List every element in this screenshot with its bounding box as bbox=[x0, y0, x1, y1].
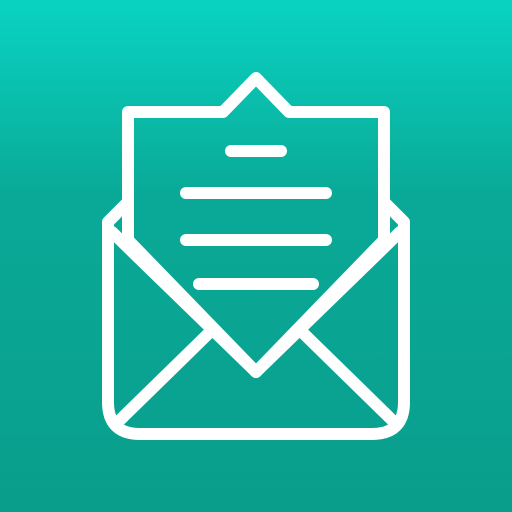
app-icon-tile bbox=[0, 0, 512, 512]
envelope-bottom-right-diagonal bbox=[296, 326, 398, 426]
open-envelope-letter-icon bbox=[101, 72, 410, 440]
letter-sheet bbox=[122, 72, 390, 378]
envelope-bottom-left-diagonal bbox=[114, 326, 216, 426]
